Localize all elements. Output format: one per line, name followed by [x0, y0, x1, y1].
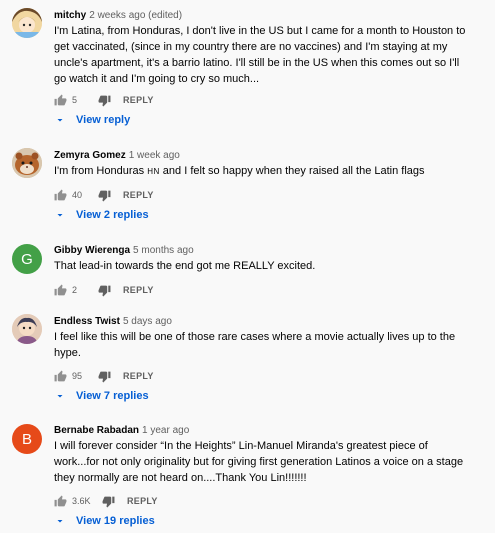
thumbs-down-icon[interactable] — [98, 189, 111, 202]
comment-text-end: and I felt so happy when they raised all… — [159, 165, 425, 177]
comment-header: Endless Twist 5 days ago — [54, 316, 172, 327]
comment-header: mitchy 2 weeks ago (edited) — [54, 10, 182, 21]
view-replies-button[interactable]: View reply — [54, 113, 130, 127]
comment-header: Bernabe Rabadan 1 year ago — [54, 425, 189, 436]
comment-actions: 5 REPLY — [54, 93, 154, 107]
reply-button[interactable]: REPLY — [123, 190, 154, 200]
comment-timestamp[interactable]: 1 year ago — [142, 425, 189, 436]
comment-timestamp[interactable]: 5 days ago — [123, 316, 172, 327]
thumbs-down-icon[interactable] — [98, 94, 111, 107]
character-avatar-icon — [12, 314, 42, 344]
comment-text: I'm Latina, from Honduras, I don't live … — [54, 25, 466, 85]
avatar[interactable] — [12, 148, 42, 178]
view-replies-label: View 7 replies — [76, 390, 149, 402]
avatar[interactable]: G — [12, 244, 42, 274]
thumbs-down-icon[interactable] — [98, 284, 111, 297]
like-count: 3.6K — [72, 496, 91, 506]
avatar-letter: G — [21, 250, 33, 268]
comment-timestamp[interactable]: 5 months ago — [133, 245, 194, 256]
author-name[interactable]: Endless Twist — [54, 316, 120, 327]
comment-actions: 40 REPLY — [54, 188, 154, 202]
like-count: 95 — [72, 371, 83, 381]
reply-button[interactable]: REPLY — [123, 95, 154, 105]
comment-text: I feel like this will be one of those ra… — [54, 331, 456, 359]
view-replies-button[interactable]: View 19 replies — [54, 514, 155, 528]
like-count: 2 — [72, 285, 78, 295]
avatar[interactable] — [12, 8, 42, 38]
thumbs-up-icon[interactable] — [54, 495, 67, 508]
thumbs-up-icon[interactable] — [54, 189, 67, 202]
comment-text-start: I'm from Honduras — [54, 165, 148, 177]
chevron-down-icon — [54, 515, 66, 527]
reply-button[interactable]: REPLY — [127, 496, 158, 506]
chevron-down-icon — [54, 209, 66, 221]
avatar-letter: B — [21, 430, 32, 448]
reply-button[interactable]: REPLY — [123, 285, 154, 295]
comment-text: I'm from Honduras HN and I felt so happy… — [54, 163, 474, 180]
comment-text: That lead-in towards the end got me REAL… — [54, 260, 316, 272]
view-replies-label: View reply — [76, 114, 131, 126]
like-count: 40 — [72, 190, 83, 200]
comment-actions: 95 REPLY — [54, 369, 154, 383]
view-replies-button[interactable]: View 7 replies — [54, 389, 149, 403]
view-replies-button[interactable]: View 2 replies — [54, 208, 149, 222]
thumbs-up-icon[interactable] — [54, 284, 67, 297]
thumbs-up-icon[interactable] — [54, 370, 67, 383]
reply-button[interactable]: REPLY — [123, 371, 154, 381]
view-replies-label: View 19 replies — [76, 515, 155, 527]
comment-actions: 3.6K REPLY — [54, 494, 158, 508]
anime-avatar-icon — [12, 8, 42, 38]
comment-header: Gibby Wierenga 5 months ago — [54, 245, 194, 256]
hamster-avatar-icon — [12, 148, 42, 178]
like-count: 5 — [72, 95, 78, 105]
view-replies-label: View 2 replies — [76, 209, 149, 221]
thumbs-down-icon[interactable] — [98, 370, 111, 383]
author-name[interactable]: Bernabe Rabadan — [54, 425, 139, 436]
avatar[interactable]: B — [12, 424, 42, 454]
chevron-down-icon — [54, 390, 66, 402]
author-name[interactable]: Gibby Wierenga — [54, 245, 130, 256]
comment-text: I will forever consider “In the Heights”… — [54, 440, 464, 484]
comment-actions: 2 REPLY — [54, 283, 154, 297]
avatar[interactable] — [12, 314, 42, 344]
comment-header: Zemyra Gomez 1 week ago — [54, 150, 180, 161]
flag-label: HN — [147, 167, 160, 176]
comment-timestamp[interactable]: 2 weeks ago (edited) — [89, 10, 182, 21]
author-name[interactable]: mitchy — [54, 10, 86, 21]
thumbs-up-icon[interactable] — [54, 94, 67, 107]
thumbs-down-icon[interactable] — [102, 495, 115, 508]
chevron-down-icon — [54, 114, 66, 126]
author-name[interactable]: Zemyra Gomez — [54, 150, 126, 161]
comment-timestamp[interactable]: 1 week ago — [129, 150, 180, 161]
